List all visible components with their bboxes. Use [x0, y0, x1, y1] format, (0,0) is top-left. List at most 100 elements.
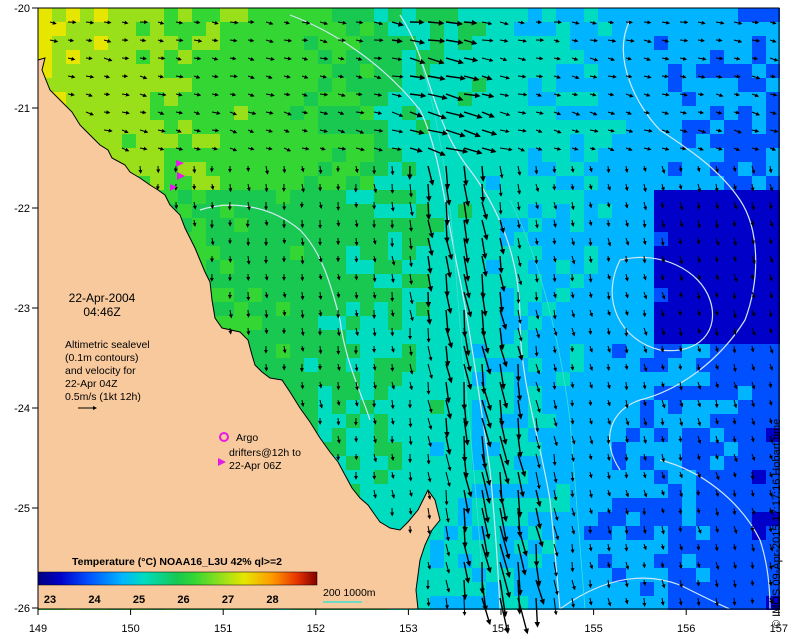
velocity-arrow: [732, 291, 737, 300]
velocity-arrow: [228, 327, 233, 335]
velocity-arrow: [211, 38, 219, 43]
velocity-arrow: [462, 597, 467, 616]
velocity-arrow: [246, 291, 251, 301]
lon-label: 153: [399, 623, 417, 635]
velocity-arrow: [570, 561, 575, 573]
velocity-arrow: [678, 435, 683, 443]
velocity-arrow: [139, 38, 147, 43]
velocity-arrow: [390, 363, 395, 372]
svg-text:Altimetric sealevel: Altimetric sealevel: [65, 339, 150, 351]
velocity-arrow: [300, 273, 305, 282]
velocity-arrow: [139, 56, 147, 61]
velocity-arrow: [588, 399, 593, 407]
velocity-arrow: [570, 489, 575, 498]
velocity-arrow: [103, 20, 112, 25]
velocity-arrow: [390, 327, 395, 337]
velocity-arrow: [588, 237, 593, 247]
velocity-arrow: [228, 255, 233, 263]
colorbar-tick-label: 26: [177, 594, 189, 606]
velocity-arrow: [336, 381, 341, 391]
velocity-arrow: [588, 327, 593, 335]
velocity-arrow: [552, 237, 557, 245]
map-time: 04:46Z: [83, 305, 120, 319]
lon-label: 150: [121, 623, 139, 635]
velocity-arrow: [246, 327, 251, 336]
velocity-arrow: [408, 417, 413, 428]
velocity-arrow: [282, 237, 287, 245]
velocity-arrow: [354, 453, 359, 461]
velocity-arrow: [678, 507, 683, 515]
svg-text:0.5m/s (1kt 12h): 0.5m/s (1kt 12h): [65, 391, 141, 403]
drifter-legend-label-2: 22-Apr 06Z: [229, 460, 282, 472]
lat-label: -25: [14, 503, 30, 515]
credit-text: © IMOS 09-Apr-2015 17:17:16 Hobart time: [771, 418, 783, 628]
lat-label: -23: [14, 303, 30, 315]
velocity-arrow: [318, 345, 323, 355]
velocity-arrow: [264, 327, 269, 335]
lon-label: 154: [492, 623, 510, 635]
velocity-arrow: [732, 219, 737, 228]
sst-map: -20 -21 -22 -23 -24 -25 -26 149 150 151 152 153 154…: [14, 3, 788, 635]
velocity-arrow: [444, 489, 449, 506]
velocity-arrow: [282, 309, 287, 317]
velocity-arrow: [750, 597, 755, 605]
svg-text:22-Apr 04Z: 22-Apr 04Z: [65, 378, 118, 390]
velocity-arrow: [336, 417, 341, 426]
lon-label: 152: [307, 623, 325, 635]
velocity-arrow: [624, 543, 629, 552]
velocity-arrow: [463, 19, 478, 26]
velocity-arrow: [481, 38, 494, 43]
velocity-arrow: [606, 255, 611, 263]
velocity-arrow: [715, 38, 723, 43]
velocity-arrow: [661, 74, 669, 79]
velocity-arrow: [624, 327, 629, 337]
velocity-arrow: [678, 363, 683, 371]
velocity-arrow: [85, 56, 93, 61]
velocity-arrow: [229, 74, 238, 79]
velocity-arrow: [534, 291, 539, 302]
velocity-arrow: [390, 183, 395, 194]
longitude-axis: 149 150 151 152 153 154 155 156 157: [29, 609, 788, 635]
colorbar-tick-label: 27: [222, 594, 234, 606]
velocity-arrow: [606, 435, 611, 445]
velocity-arrow: [750, 579, 755, 587]
velocity-arrow: [426, 381, 431, 395]
velocity-arrow: [246, 309, 251, 318]
velocity-arrow: [678, 525, 683, 533]
velocity-arrow: [425, 201, 432, 221]
velocity-arrow: [516, 291, 521, 304]
velocity-arrow: [300, 291, 305, 301]
lon-label: 151: [214, 623, 232, 635]
velocity-arrow: [534, 255, 539, 265]
velocity-arrow: [678, 237, 683, 245]
velocity-arrow: [264, 183, 269, 193]
velocity-arrow: [336, 219, 341, 227]
velocity-arrow: [570, 363, 575, 371]
colorbar: [37, 571, 318, 586]
velocity-arrow: [515, 363, 522, 383]
velocity-arrow: [642, 597, 647, 607]
lat-label: -26: [14, 603, 30, 615]
velocity-arrow: [138, 165, 143, 174]
velocity-arrow: [606, 219, 611, 227]
velocity-arrow: [642, 561, 647, 569]
map-date: 22-Apr-2004: [69, 291, 136, 305]
lat-label: -21: [14, 103, 30, 115]
velocity-arrow: [354, 273, 359, 281]
velocity-arrow: [732, 597, 737, 606]
velocity-arrow: [426, 327, 431, 343]
velocity-arrow: [696, 579, 701, 587]
velocity-arrow: [300, 381, 305, 390]
velocity-arrow: [697, 92, 705, 97]
velocity-arrow: [606, 165, 611, 174]
velocity-arrow: [264, 363, 269, 372]
velocity-arrow: [624, 255, 629, 264]
colorbar-tick-label: 25: [133, 594, 145, 606]
lon-label: 149: [29, 623, 47, 635]
velocity-arrow: [750, 525, 755, 532]
velocity-arrow: [624, 453, 629, 462]
velocity-arrow: [67, 38, 75, 43]
velocity-arrow: [534, 165, 539, 175]
depth-legend-label: 200 1000m: [323, 587, 376, 599]
velocity-arrow: [588, 579, 593, 589]
